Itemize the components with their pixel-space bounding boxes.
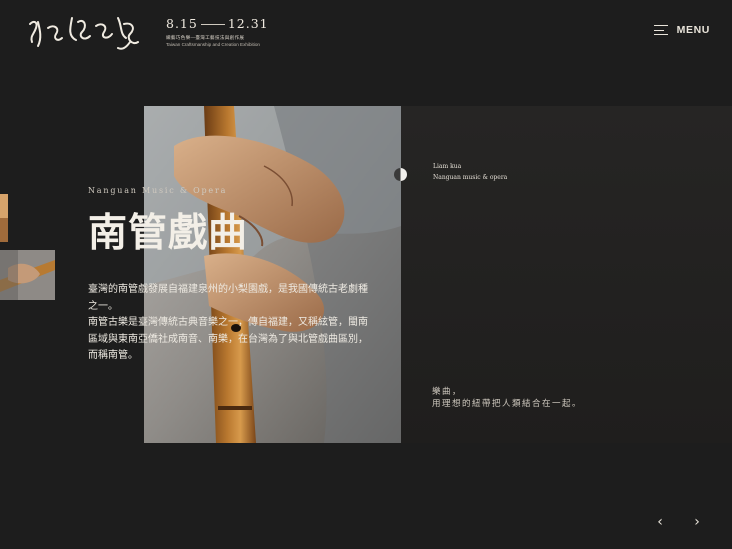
start-date: 8.15	[166, 16, 198, 31]
next-slide-button[interactable]: ›	[687, 513, 707, 531]
quote-line: 樂曲，	[432, 387, 463, 397]
slide-title: 南管戲曲	[88, 210, 249, 256]
slide-photo	[144, 106, 401, 443]
slide-category: Nanguan Music & Opera	[88, 186, 228, 195]
exhibition-subtitle-zh: 織藝巧色樂—臺灣工藝技法與創作展	[166, 35, 245, 40]
site-header: 8.15 12.31 織藝巧色樂—臺灣工藝技法與創作展 Taiwan Crafts…	[0, 0, 732, 70]
slide-side-caption: Liam kua Nanguan music & opera	[433, 161, 507, 183]
thumbnail-current[interactable]	[0, 250, 55, 300]
end-date: 12.31	[227, 16, 269, 31]
menu-label: MENU	[676, 24, 710, 36]
slide-description: 臺灣的南管戲發展自福建泉州的小梨園戲，是我國傳統古老劇種之一。 南管古樂是臺灣傳…	[88, 282, 376, 365]
slide-quote: 樂曲， 用理想的紐帶把人類結合在一起。	[432, 386, 582, 410]
description-paragraph: 南管古樂是臺灣傳統古典音樂之一，傳自福建，又稱絃管，閩南區域與東南亞僑社成南音、…	[88, 317, 368, 361]
chevron-right-icon: ›	[694, 514, 700, 530]
slide-divider-dot[interactable]	[394, 168, 407, 181]
hamburger-icon	[653, 25, 668, 36]
exhibition-logo[interactable]	[26, 12, 148, 54]
exhibition-subtitle-en: Taiwan Craftsmanship and Creation Exhibi…	[166, 42, 260, 47]
quote-line: 用理想的紐帶把人類結合在一起。	[432, 399, 583, 409]
description-paragraph: 臺灣的南管戲發展自福建泉州的小梨園戲，是我國傳統古老劇種之一。	[88, 284, 368, 312]
side-caption-name: Liam kua	[433, 163, 462, 170]
side-caption-subtitle: Nanguan music & opera	[433, 174, 508, 181]
date-divider	[200, 24, 225, 25]
exhibition-dates: 8.15 12.31	[166, 16, 269, 31]
menu-button[interactable]: MENU	[653, 22, 710, 38]
prev-slide-button[interactable]: ‹	[650, 513, 670, 531]
chevron-left-icon: ‹	[657, 514, 663, 530]
thumbnail-previous[interactable]	[0, 194, 8, 242]
